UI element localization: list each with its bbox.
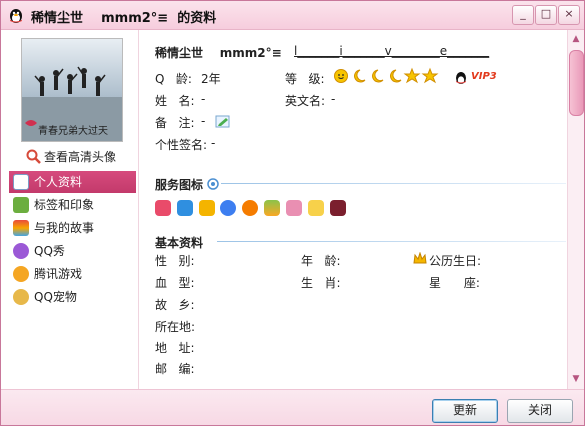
- moon-icon: [390, 69, 402, 83]
- moon-icon: [354, 69, 366, 83]
- close-window-button[interactable]: ×: [558, 5, 580, 25]
- magnifier-icon: [26, 149, 41, 164]
- avatar-image: 青春兄弟大过天: [22, 39, 122, 141]
- view-hd-avatar-link[interactable]: 查看高清头像: [25, 148, 116, 165]
- signature-value: -: [211, 136, 216, 150]
- qq-mail-icon[interactable]: [307, 200, 324, 216]
- vertical-scrollbar[interactable]: ▲ ▼: [567, 30, 584, 389]
- q-age-value: 2年: [201, 72, 221, 86]
- location-label: 所在地:: [155, 320, 196, 334]
- q-age-label: Q 龄:: [155, 72, 192, 86]
- english-name-value: -: [331, 92, 336, 106]
- level-icons: [334, 67, 439, 84]
- stack-icon[interactable]: [264, 200, 281, 216]
- signature-label: 个性签名:: [155, 138, 208, 152]
- vip-badge: VIP3: [471, 71, 497, 82]
- button-bar: 更新 关闭: [1, 389, 584, 425]
- crown-icon: [413, 252, 427, 264]
- left-pane: 青春兄弟大过天 查看高清头像 个人资料 标签和印象 与我的故事 QQ秀 腾讯游戏…: [1, 30, 139, 389]
- view-hd-avatar-label: 查看高清头像: [44, 150, 117, 164]
- nav-item-qq-show[interactable]: QQ秀: [9, 240, 136, 262]
- nav-item-label: 腾讯游戏: [34, 267, 83, 281]
- gender-label: 性 别:: [155, 254, 195, 268]
- qq-penguin-icon: [10, 9, 22, 23]
- english-name-label: 英文名:: [285, 94, 326, 108]
- moon-icon: [372, 69, 384, 83]
- nav-item-tags[interactable]: 标签和印象: [9, 194, 136, 216]
- display-name: 稀情尘世 mmm2°≡: [155, 46, 282, 60]
- hometown-label: 故 乡:: [155, 298, 195, 312]
- star-sign-label: 星 座:: [429, 276, 480, 290]
- birthday-label: 公历生日:: [429, 254, 482, 268]
- close-button[interactable]: 关闭: [507, 399, 573, 423]
- brand-icon[interactable]: [329, 200, 346, 216]
- edit-remark-icon[interactable]: [215, 115, 231, 129]
- tag-icon: [13, 197, 29, 213]
- address-label: 地 址:: [155, 341, 195, 355]
- service-icons: [155, 200, 348, 218]
- maximize-button[interactable]: □: [535, 5, 557, 25]
- nav-item-label: 标签和印象: [34, 198, 95, 212]
- age-label: 年 龄:: [301, 254, 341, 268]
- qzone-icon[interactable]: [176, 200, 193, 216]
- profile-nav: 个人资料 标签和印象 与我的故事 QQ秀 腾讯游戏 QQ宠物: [9, 171, 136, 309]
- avatar[interactable]: 青春兄弟大过天: [21, 38, 123, 142]
- services-section-divider: [221, 183, 566, 184]
- rainbow-icon: [13, 220, 29, 236]
- game-icon: [13, 266, 29, 282]
- person-card-icon: [13, 174, 29, 190]
- heart-icon[interactable]: [155, 200, 171, 216]
- avatar-caption: 青春兄弟大过天: [38, 124, 108, 137]
- avatar-show-icon[interactable]: [285, 200, 302, 216]
- nav-item-stories[interactable]: 与我的故事: [9, 217, 136, 239]
- profile-content: 稀情尘世 mmm2°≡ l_______i_______v________e__…: [141, 30, 566, 389]
- nav-item-label: 个人资料: [34, 175, 83, 189]
- basic-section-title: 基本资料: [155, 236, 204, 250]
- name-value: -: [201, 92, 206, 106]
- refresh-button[interactable]: 更新: [432, 399, 498, 423]
- remark-value: -: [201, 114, 206, 128]
- remark-label: 备 注:: [155, 116, 195, 130]
- name-label: 姓 名:: [155, 94, 195, 108]
- nav-item-games[interactable]: 腾讯游戏: [9, 263, 136, 285]
- signature-preview: l_______i_______v________e_______: [294, 44, 490, 58]
- scroll-down-arrow-icon[interactable]: ▼: [569, 372, 583, 386]
- star-icon: [421, 67, 439, 84]
- window-title: 稀情尘世 mmm2°≡ 的资料: [31, 11, 217, 26]
- star-icon: [403, 67, 421, 84]
- pai-icon[interactable]: [220, 200, 237, 216]
- title-bar[interactable]: 稀情尘世 mmm2°≡ 的资料 _ □ ×: [1, 1, 584, 30]
- pet-icon: [13, 289, 29, 305]
- section-bullet-icon: [207, 178, 219, 190]
- nav-item-label: 与我的故事: [34, 221, 95, 235]
- basic-section-divider: [217, 241, 566, 242]
- profile-window: 稀情尘世 mmm2°≡ 的资料 _ □ × 青春兄弟大过天 查看高清头像 个人资…: [0, 0, 585, 426]
- vip-penguin-icon: [456, 72, 466, 84]
- minimize-button[interactable]: _: [512, 5, 534, 25]
- zodiac-label: 生 肖:: [301, 276, 341, 290]
- level-label: 等 级:: [285, 72, 325, 86]
- scroll-up-arrow-icon[interactable]: ▲: [569, 32, 583, 46]
- wallet-icon[interactable]: [198, 200, 215, 216]
- postcode-label: 邮 编:: [155, 362, 195, 376]
- nav-item-personal-info[interactable]: 个人资料: [9, 171, 136, 193]
- services-section-title: 服务图标: [155, 178, 204, 192]
- nav-item-qq-pet[interactable]: QQ宠物: [9, 286, 136, 308]
- nav-item-label: QQ秀: [34, 244, 65, 258]
- qq-show-icon: [13, 243, 29, 259]
- nav-item-label: QQ宠物: [34, 290, 77, 304]
- pai-orange-icon[interactable]: [242, 200, 259, 216]
- blood-type-label: 血 型:: [155, 276, 195, 290]
- scrollbar-thumb[interactable]: [569, 50, 584, 116]
- sun-icon: [334, 69, 348, 83]
